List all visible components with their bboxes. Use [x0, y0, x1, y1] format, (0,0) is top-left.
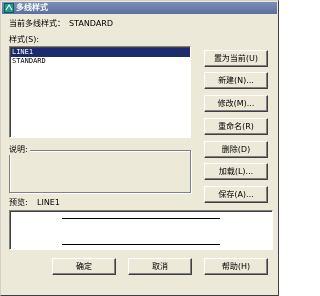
window-title: 多线样式 [16, 3, 48, 12]
load-button[interactable]: 加载(L)... [204, 163, 268, 180]
styles-list[interactable]: LINE1 STANDARD [9, 46, 191, 138]
current-style-label: 当前多线样式： [9, 19, 65, 28]
delete-button[interactable]: 删除(D) [204, 141, 268, 158]
save-button[interactable]: 保存(A)... [204, 186, 268, 203]
rename-button[interactable]: 重命名(R) [204, 118, 268, 135]
modify-button[interactable]: 修改(M)... [204, 95, 268, 112]
preview-pane [9, 210, 273, 250]
new-button[interactable]: 新建(N)... [204, 72, 268, 89]
preview-style-name: LINE1 [37, 198, 60, 207]
multiline-style-dialog: 多线样式 当前多线样式： STANDARD 样式(S): LINE1 STAND… [0, 0, 279, 296]
set-current-button[interactable]: 置为当前(U) [204, 50, 268, 67]
list-item-standard[interactable]: STANDARD [11, 57, 190, 66]
preview-line-bottom [62, 244, 220, 245]
ok-button[interactable]: 确定 [52, 258, 116, 275]
styles-label: 样式(S): [9, 35, 40, 44]
list-item-line1[interactable]: LINE1 [11, 48, 190, 57]
description-label: 说明: [7, 145, 30, 155]
description-group [9, 150, 191, 193]
preview-line-top [62, 218, 220, 219]
multiline-app-icon [4, 3, 14, 13]
title-bar[interactable]: 多线样式 [2, 2, 277, 14]
help-button[interactable]: 帮助(H) [204, 258, 268, 275]
cancel-button[interactable]: 取消 [128, 258, 192, 275]
preview-label: 预览: [9, 198, 28, 207]
current-style-value: STANDARD [69, 19, 114, 28]
